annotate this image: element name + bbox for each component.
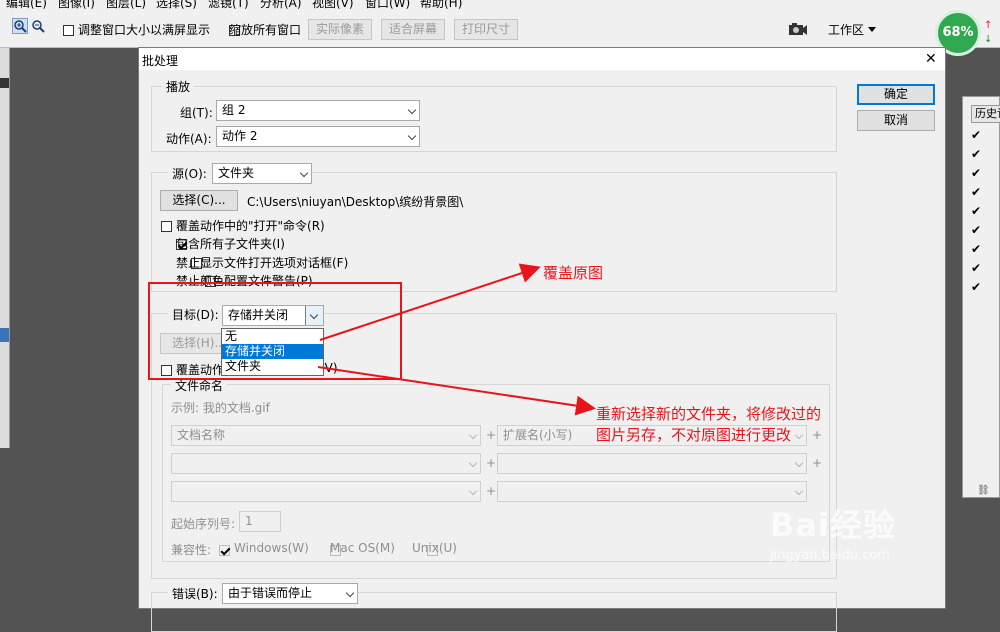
annotation-folder-note-line1: 重新选择新的文件夹，将修改过的: [596, 405, 822, 423]
watermark-brand: Bai经验: [770, 506, 896, 544]
annotation-folder-note-line2: 图片另存，不对原图进行更改: [596, 426, 792, 444]
baidu-watermark: Bai经验 jingyan.baidu.com: [770, 500, 896, 563]
watermark-url: jingyan.baidu.com: [770, 548, 890, 563]
arrow-to-folder-note: [317, 366, 596, 416]
annotation-overwrite-note: 覆盖原图: [543, 264, 604, 282]
arrow-to-overwrite-note: [319, 263, 541, 341]
